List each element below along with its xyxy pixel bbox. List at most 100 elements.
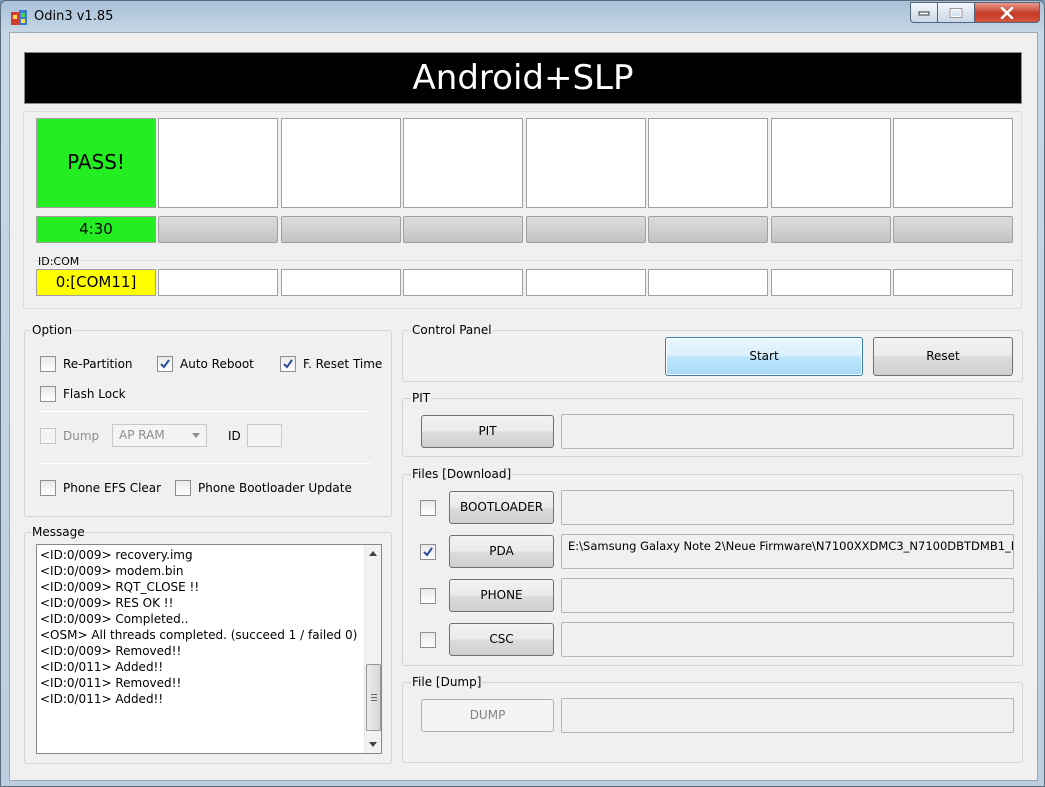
slot-status-4 — [403, 118, 523, 208]
message-line: <ID:0/009> Completed.. — [40, 612, 189, 626]
dump-checkbox[interactable] — [40, 428, 56, 444]
f-reset-time-label: F. Reset Time — [303, 357, 383, 371]
pda-path-field[interactable]: E:\Samsung Galaxy Note 2\Neue Firmware\N… — [561, 534, 1014, 569]
pit-button[interactable]: PIT — [421, 415, 554, 448]
message-line: <ID:0/011> Added!! — [40, 692, 164, 706]
dump-path-field[interactable] — [561, 698, 1014, 733]
scroll-thumb[interactable] — [366, 664, 381, 731]
option-separator-2 — [40, 463, 371, 464]
slot-com-2 — [158, 269, 278, 296]
slot-com-6 — [648, 269, 768, 296]
checkmark-icon — [160, 359, 170, 369]
message-line: <ID:0/011> Added!! — [40, 660, 164, 674]
slot-progress-1: 4:30 — [36, 216, 156, 243]
slot-progress-8 — [893, 216, 1013, 243]
slot-progress-7 — [771, 216, 891, 243]
minimize-button[interactable] — [910, 2, 938, 23]
file-dump-label: File [Dump] — [411, 675, 483, 689]
pit-label: PIT — [411, 391, 432, 405]
message-label: Message — [31, 525, 86, 539]
phone-efs-clear-label: Phone EFS Clear — [63, 481, 162, 495]
slot-status-6 — [648, 118, 768, 208]
phone-checkbox[interactable] — [420, 588, 436, 604]
auto-reboot-checkbox[interactable] — [157, 356, 173, 372]
scroll-down-icon[interactable] — [369, 742, 377, 747]
chevron-down-icon — [192, 433, 200, 438]
device-banner: Android+SLP — [24, 52, 1022, 104]
bootloader-path-field[interactable] — [561, 490, 1014, 525]
slot-status-7 — [771, 118, 891, 208]
id-com-label: ID:COM — [38, 255, 80, 268]
phone-efs-clear-checkbox[interactable] — [40, 480, 56, 496]
slot-com-8 — [893, 269, 1013, 296]
option-label: Option — [31, 323, 74, 337]
checkmark-icon — [423, 547, 433, 557]
close-icon — [1000, 6, 1014, 19]
phone-bootloader-update-checkbox[interactable] — [175, 480, 191, 496]
message-scrollbar[interactable] — [364, 545, 381, 753]
message-log[interactable]: <ID:0/009> recovery.img <ID:0/009> modem.… — [36, 544, 382, 754]
window-title: Odin3 v1.85 — [34, 9, 114, 24]
client-area: Android+SLP PASS! 4:30 ID:COM 0:[COM11] — [9, 32, 1038, 781]
flash-lock-label: Flash Lock — [63, 387, 126, 401]
dump-id-input[interactable] — [247, 424, 282, 447]
f-reset-time-checkbox[interactable] — [280, 356, 296, 372]
maximize-button[interactable] — [937, 2, 975, 23]
message-line: <ID:0/009> modem.bin — [40, 564, 184, 578]
odin-app-icon — [11, 9, 28, 26]
slot-status-8 — [893, 118, 1013, 208]
slot-com-5 — [526, 269, 646, 296]
minimize-icon — [918, 11, 930, 15]
bootloader-button[interactable]: BOOTLOADER — [449, 491, 554, 524]
message-line: <ID:0/009> recovery.img — [40, 548, 193, 562]
csc-path-field[interactable] — [561, 622, 1014, 657]
scroll-up-icon[interactable] — [369, 551, 377, 556]
reset-button[interactable]: Reset — [873, 337, 1013, 376]
slot-status-5 — [526, 118, 646, 208]
slot-progress-3 — [281, 216, 401, 243]
title-bar[interactable]: Odin3 v1.85 — [1, 1, 1044, 33]
maximize-icon — [949, 7, 963, 18]
phone-button[interactable]: PHONE — [449, 579, 554, 612]
files-download-label: Files [Download] — [411, 467, 513, 481]
slot-com-1: 0:[COM11] — [36, 269, 156, 296]
dump-button[interactable]: DUMP — [421, 699, 554, 732]
dump-type-select[interactable]: AP RAM — [112, 424, 207, 447]
slot-com-7 — [771, 269, 891, 296]
slot-status-2 — [158, 118, 278, 208]
slot-com-4 — [403, 269, 523, 296]
pda-checkbox[interactable] — [420, 544, 436, 560]
slot-progress-2 — [158, 216, 278, 243]
checkmark-icon — [283, 359, 293, 369]
dump-id-label: ID — [228, 429, 241, 443]
control-panel-label: Control Panel — [411, 323, 493, 337]
slot-progress-6 — [648, 216, 768, 243]
option-separator-1 — [40, 411, 371, 412]
message-line: <ID:0/011> Removed!! — [40, 676, 182, 690]
slot-status-3 — [281, 118, 401, 208]
flash-lock-checkbox[interactable] — [40, 386, 56, 402]
slot-status-1: PASS! — [36, 118, 156, 208]
message-line: <ID:0/009> RES OK !! — [40, 596, 174, 610]
slot-progress-5 — [526, 216, 646, 243]
message-line: <ID:0/009> RQT_CLOSE !! — [40, 580, 200, 594]
dump-type-value: AP RAM — [119, 428, 165, 442]
start-button[interactable]: Start — [665, 337, 863, 376]
message-line: <ID:0/009> Removed!! — [40, 644, 182, 658]
re-partition-checkbox[interactable] — [40, 356, 56, 372]
phone-path-field[interactable] — [561, 578, 1014, 613]
message-lines: <ID:0/009> recovery.img <ID:0/009> modem.… — [40, 547, 357, 707]
pit-path-field[interactable] — [561, 414, 1014, 449]
message-line: <OSM> All threads completed. (succeed 1 … — [40, 628, 358, 642]
phone-bootloader-update-label: Phone Bootloader Update — [198, 481, 352, 495]
csc-button[interactable]: CSC — [449, 623, 554, 656]
odin-window: Odin3 v1.85 Android+SLP PASS! 4:30 ID:CO… — [0, 0, 1045, 787]
auto-reboot-label: Auto Reboot — [180, 357, 254, 371]
dump-label: Dump — [63, 429, 100, 443]
re-partition-label: Re-Partition — [63, 357, 133, 371]
pda-button[interactable]: PDA — [449, 535, 554, 568]
close-button[interactable] — [974, 2, 1040, 23]
csc-checkbox[interactable] — [420, 632, 436, 648]
bootloader-checkbox[interactable] — [420, 500, 436, 516]
slot-com-3 — [281, 269, 401, 296]
